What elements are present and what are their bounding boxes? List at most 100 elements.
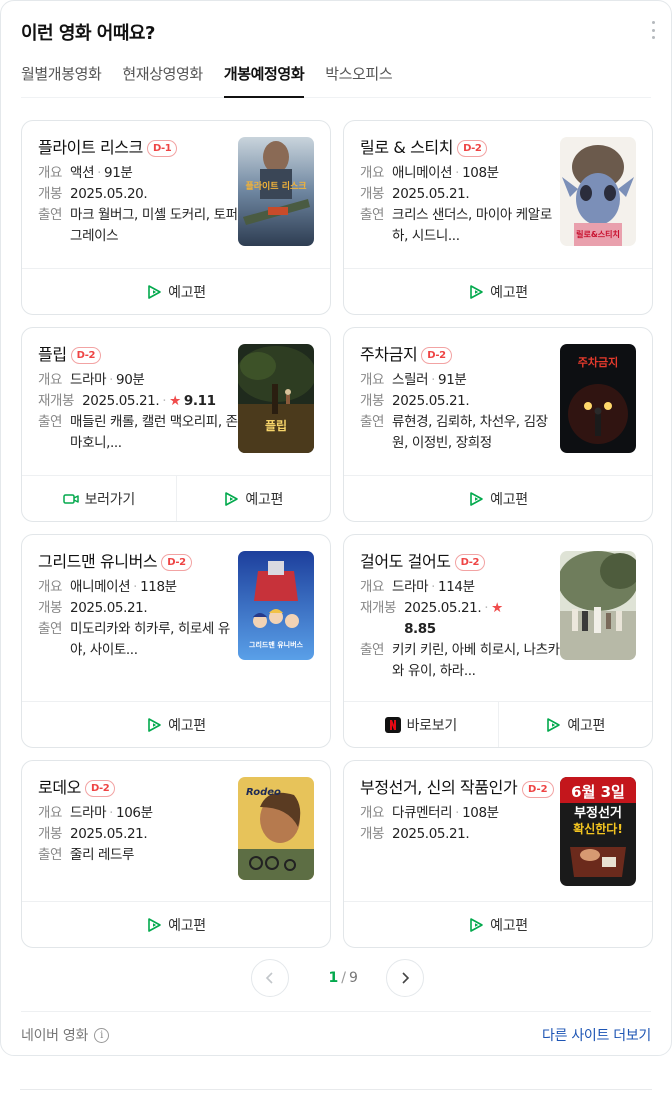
trailer-button[interactable]: 예고편 bbox=[175, 476, 331, 521]
cast-label: 출연 bbox=[360, 207, 385, 223]
movie-card: 릴로 & 스티치 D-2 개요 애니메이션 · 108분 개봉 2025.05.21. 출… bbox=[343, 120, 653, 315]
movie-title[interactable]: 플라이트 리스크 bbox=[38, 138, 143, 157]
summary-label: 개요 bbox=[38, 579, 63, 595]
summary-row: 개요 드라마 · 106분 bbox=[38, 803, 238, 824]
movie-card-body[interactable]: 플라이트 리스크 D-1 개요 액션 · 91분 개봉 2025.05.20. 출연 마크 … bbox=[22, 121, 330, 268]
movie-title[interactable]: 그리드맨 유니버스 bbox=[38, 552, 158, 571]
runtime: 106분 bbox=[116, 805, 153, 821]
poster-title: 플립 bbox=[265, 418, 287, 433]
play-icon bbox=[146, 917, 162, 933]
movie-poster[interactable]: 주차금지 bbox=[560, 344, 636, 453]
movie-card: 플립 D-2 개요 드라마 · 90분 재개봉 2025.05.21. · ★ 9.11 출연 매… bbox=[21, 327, 331, 522]
movie-title-line: 걸어도 걸어도 D-2 bbox=[360, 551, 550, 573]
dday-badge: D-2 bbox=[161, 554, 192, 571]
release-row: 재개봉 2025.05.21. · ★ 9.11 bbox=[38, 391, 238, 412]
release-row: 개봉 2025.05.20. bbox=[38, 184, 238, 205]
watch-button[interactable]: 보러가기 bbox=[22, 476, 176, 521]
trailer-label: 예고편 bbox=[567, 717, 606, 734]
separator-dot: · bbox=[455, 805, 460, 821]
movie-card-body[interactable]: 그리드맨 유니버스 D-2 개요 애니메이션 · 118분 개봉 2025.05.21. … bbox=[22, 535, 330, 701]
movie-card: 그리드맨 유니버스 D-2 개요 애니메이션 · 118분 개봉 2025.05.21. … bbox=[21, 534, 331, 748]
more-options-icon[interactable] bbox=[649, 21, 657, 39]
movie-card-body[interactable]: 부정선거, 신의 작품인가 D-2 개요 다큐멘터리 · 108분 개봉 2025.05… bbox=[344, 761, 652, 901]
rating-score: 9.11 bbox=[183, 393, 216, 409]
movie-card-body[interactable]: 걸어도 걸어도 D-2 개요 드라마 · 114분 재개봉 2025.05.21. · ★ 8… bbox=[344, 535, 652, 701]
movie-poster[interactable] bbox=[560, 551, 636, 660]
movie-card-body[interactable]: 로데오 D-2 개요 드라마 · 106분 개봉 2025.05.21. 출연 줄리 레드루 bbox=[22, 761, 330, 901]
runtime: 118분 bbox=[140, 579, 177, 595]
movie-poster[interactable]: 플립 bbox=[238, 344, 314, 453]
summary-row: 개요 스릴러 · 91분 bbox=[360, 370, 560, 391]
video-icon bbox=[62, 492, 79, 506]
movie-poster[interactable]: 6월 3일 부정선거 확신한다! bbox=[560, 777, 636, 886]
movie-poster[interactable]: 플라이트 리스크 bbox=[238, 137, 314, 246]
tab-monthly[interactable]: 월별개봉영화 bbox=[21, 53, 102, 98]
cast-label: 출연 bbox=[360, 414, 385, 430]
movie-card-body[interactable]: 릴로 & 스티치 D-2 개요 애니메이션 · 108분 개봉 2025.05.21. 출… bbox=[344, 121, 652, 268]
rating-score: 8.85 bbox=[404, 621, 436, 637]
trailer-button[interactable]: 예고편 bbox=[22, 269, 330, 314]
movie-title[interactable]: 걸어도 걸어도 bbox=[360, 552, 451, 571]
release-label: 개봉 bbox=[360, 186, 385, 202]
movie-title[interactable]: 주차금지 bbox=[360, 345, 418, 364]
movie-card: 주차금지 D-2 개요 스릴러 · 91분 개봉 2025.05.21. 출연 류현경, 김… bbox=[343, 327, 653, 522]
cast-label: 출연 bbox=[38, 207, 63, 223]
release-date: 2025.05.21. bbox=[404, 600, 482, 616]
release-label: 재개봉 bbox=[360, 600, 397, 616]
movie-title[interactable]: 부정선거, 신의 작품인가 bbox=[360, 778, 518, 797]
movie-card-body[interactable]: 플립 D-2 개요 드라마 · 90분 재개봉 2025.05.21. · ★ 9.11 출연 매… bbox=[22, 328, 330, 475]
cast-row: 출연 크리스 샌더스, 마이아 케알로하, 시드니... bbox=[360, 205, 560, 247]
trailer-button[interactable]: 예고편 bbox=[497, 702, 653, 747]
cast-list: 마크 월버그, 미셸 도커리, 토퍼 그레이스 bbox=[70, 207, 238, 244]
watch-label: 보러가기 bbox=[84, 491, 136, 508]
trailer-button[interactable]: 예고편 bbox=[22, 702, 330, 747]
tab-upcoming[interactable]: 개봉예정영화 bbox=[223, 53, 305, 98]
tab-box-office[interactable]: 박스오피스 bbox=[325, 53, 392, 98]
release-date: 2025.05.21. bbox=[70, 826, 148, 842]
page-divider bbox=[20, 1089, 652, 1090]
trailer-button[interactable]: 예고편 bbox=[344, 269, 652, 314]
movie-title-line: 부정선거, 신의 작품인가 bbox=[360, 777, 530, 799]
prev-page-button[interactable] bbox=[250, 959, 289, 997]
cast-row: 출연 키키 키린, 아베 히로시, 나츠카와 유이, 하라... bbox=[360, 640, 560, 682]
trailer-label: 예고편 bbox=[168, 917, 206, 934]
movie-title[interactable]: 로데오 bbox=[38, 778, 81, 797]
cast-list: 미도리카와 히카루, 히로세 유야, 사이토... bbox=[70, 621, 230, 658]
summary-label: 개요 bbox=[360, 165, 385, 181]
trailer-button[interactable]: 예고편 bbox=[22, 902, 330, 947]
card-actions: 예고편 bbox=[344, 268, 652, 314]
watch-now-button[interactable]: 바로보기 bbox=[344, 702, 498, 747]
movie-title[interactable]: 플립 bbox=[38, 345, 67, 364]
card-actions: 예고편 bbox=[22, 901, 330, 947]
info-icon[interactable]: i bbox=[94, 1027, 110, 1043]
total-pages: 9 bbox=[348, 970, 358, 986]
cast-label: 출연 bbox=[38, 847, 63, 863]
card-actions: 바로보기 예고편 bbox=[344, 701, 652, 747]
separator-dot: · bbox=[162, 393, 167, 409]
dday-badge: D-2 bbox=[84, 780, 116, 797]
play-icon bbox=[146, 284, 162, 300]
play-icon bbox=[468, 491, 484, 507]
trailer-button[interactable]: 예고편 bbox=[344, 902, 652, 947]
summary-row: 개요 드라마 · 114분 bbox=[360, 577, 560, 598]
movie-card-body[interactable]: 주차금지 D-2 개요 스릴러 · 91분 개봉 2025.05.21. 출연 류현경, 김… bbox=[344, 328, 652, 475]
trailer-button[interactable]: 예고편 bbox=[344, 476, 652, 521]
next-page-button[interactable] bbox=[385, 959, 424, 997]
movie-title[interactable]: 릴로 & 스티치 bbox=[360, 138, 453, 157]
release-label: 개봉 bbox=[38, 600, 63, 616]
release-date: 2025.05.21. bbox=[392, 393, 470, 409]
cast-row: 출연 미도리카와 히카루, 히로세 유야, 사이토... bbox=[38, 619, 238, 661]
release-row: 개봉 2025.05.21. bbox=[360, 184, 560, 205]
cast-list: 매들린 캐롤, 캘런 맥오리피, 존 마호니,... bbox=[70, 414, 238, 451]
movie-poster[interactable]: 그리드맨 유니버스 bbox=[238, 551, 314, 660]
movie-poster[interactable]: 릴로&스티치 bbox=[560, 137, 636, 246]
movie-poster[interactable]: Rodeo bbox=[238, 777, 314, 880]
summary-row: 개요 드라마 · 90분 bbox=[38, 370, 238, 391]
movie-title-line: 릴로 & 스티치 D-2 bbox=[360, 137, 550, 159]
poster-title: 플라이트 리스크 bbox=[245, 180, 306, 192]
cast-row: 출연 매들린 캐롤, 캘런 맥오리피, 존 마호니,... bbox=[38, 412, 238, 454]
other-sites-link[interactable]: 다른 사이트 더보기 bbox=[542, 1025, 651, 1045]
separator-dot: · bbox=[109, 372, 114, 388]
tab-now-showing[interactable]: 현재상영영화 bbox=[122, 53, 203, 98]
cast-list: 키키 키린, 아베 히로시, 나츠카와 유이, 하라... bbox=[392, 642, 560, 679]
